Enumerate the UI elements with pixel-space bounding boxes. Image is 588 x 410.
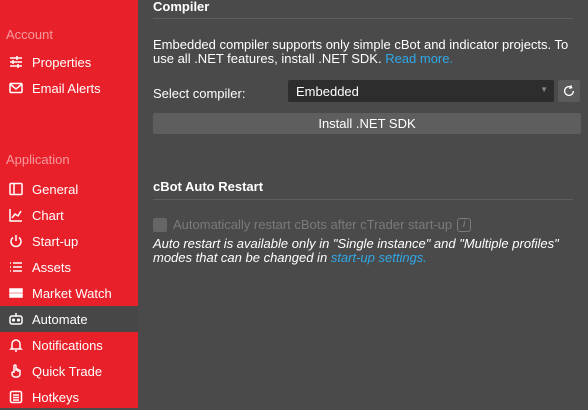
window-icon: [8, 181, 24, 197]
list-icon: [8, 259, 24, 275]
sidebar-item-general[interactable]: General: [0, 176, 138, 202]
sidebar-item-automate[interactable]: Automate: [0, 306, 138, 332]
market-watch-icon: [8, 285, 24, 301]
sidebar-item-hotkeys[interactable]: Hotkeys: [0, 384, 138, 410]
sidebar-item-label: Properties: [32, 54, 92, 70]
chevron-down-icon: ▼: [540, 85, 548, 94]
sidebar-item-quick-trade[interactable]: Quick Trade: [0, 358, 138, 384]
sidebar-item-market-watch[interactable]: Market Watch: [0, 280, 138, 306]
sidebar-item-start-up[interactable]: Start-up: [0, 228, 138, 254]
sidebar-item-label: Assets: [32, 259, 72, 275]
keyboard-icon: [8, 389, 24, 405]
auto-restart-label: Automatically restart cBots after cTrade…: [173, 217, 453, 232]
sidebar-item-properties[interactable]: Properties: [0, 49, 138, 75]
power-icon: [8, 233, 24, 249]
compiler-selected-value: Embedded: [296, 84, 359, 99]
sidebar-item-label: Automate: [32, 311, 88, 327]
sidebar-item-label: Hotkeys: [32, 389, 79, 405]
sidebar-item-email-alerts[interactable]: Email Alerts: [0, 75, 138, 101]
compiler-select[interactable]: Embedded ▼: [288, 80, 554, 102]
compiler-heading: Compiler: [153, 0, 210, 14]
bell-icon: [8, 337, 24, 353]
sidebar-item-label: General: [32, 181, 79, 197]
sidebar-item-label: Notifications: [32, 337, 103, 353]
start-up-settings-link[interactable]: start-up settings.: [331, 250, 427, 265]
sidebar-item-label: Start-up: [32, 233, 79, 249]
sidebar-item-label: Quick Trade: [32, 363, 103, 379]
auto-restart-checkbox[interactable]: [153, 217, 167, 232]
auto-restart-row: Automatically restart cBots after cTrade…: [153, 217, 472, 232]
sidebar-item-label: Chart: [32, 207, 64, 223]
envelope-icon: [8, 80, 24, 96]
sidebar-item-chart[interactable]: Chart: [0, 202, 138, 228]
robot-icon: [8, 311, 24, 327]
sliders-icon: [8, 54, 24, 70]
sidebar-item-assets[interactable]: Assets: [0, 254, 138, 280]
compiler-description-text: Embedded compiler supports only simple c…: [153, 37, 569, 66]
sidebar-item-label: Email Alerts: [32, 80, 101, 96]
sidebar-heading-application: Application: [6, 152, 70, 167]
install-net-sdk-button[interactable]: Install .NET SDK: [153, 113, 581, 134]
sidebar-item-label: Market Watch: [32, 285, 112, 301]
chart-icon: [8, 207, 24, 223]
hand-pointer-icon: [8, 363, 24, 379]
sidebar-heading-account: Account: [6, 27, 53, 42]
settings-content: Compiler Embedded compiler supports only…: [138, 0, 588, 408]
compiler-description: Embedded compiler supports only simple c…: [153, 38, 573, 66]
divider: [153, 18, 573, 19]
info-icon[interactable]: i: [457, 217, 472, 232]
refresh-button[interactable]: [558, 80, 580, 102]
select-compiler-label: Select compiler:: [153, 86, 246, 101]
cbot-auto-restart-heading: cBot Auto Restart: [153, 179, 264, 194]
refresh-icon: [564, 85, 575, 97]
settings-window: Account Properties Email Alerts Applicat…: [0, 0, 588, 408]
read-more-link[interactable]: Read more.: [385, 51, 453, 66]
auto-restart-note: Auto restart is available only in "Singl…: [153, 237, 578, 265]
sidebar-item-notifications[interactable]: Notifications: [0, 332, 138, 358]
sidebar: Account Properties Email Alerts Applicat…: [0, 0, 138, 408]
divider: [153, 199, 573, 200]
